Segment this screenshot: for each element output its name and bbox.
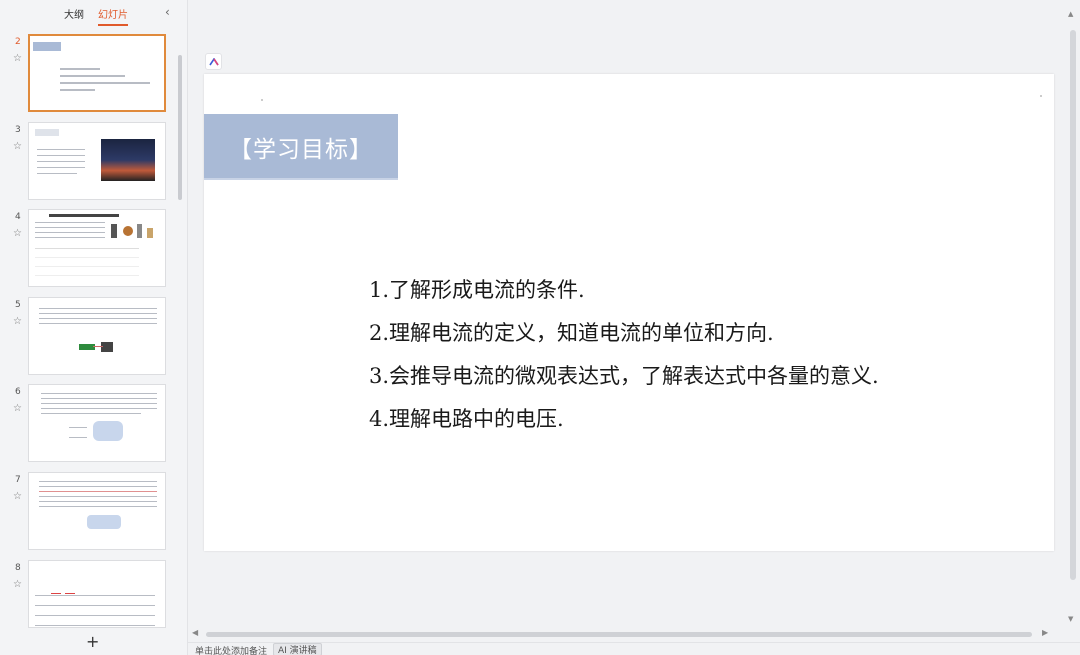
- ai-speech-label: AI 演讲稿: [278, 646, 317, 655]
- add-slide-button[interactable]: +: [86, 632, 99, 651]
- panel-tabs: 大纲 幻灯片: [64, 6, 128, 26]
- objectives-list[interactable]: 1.了解形成电流的条件. 2.理解电流的定义，知道电流的单位和方向. 3.会推导…: [369, 269, 879, 441]
- tab-outline[interactable]: 大纲: [64, 6, 84, 26]
- star-icon[interactable]: ☆: [13, 53, 22, 64]
- slide-number: 2: [15, 37, 21, 47]
- vertical-scrollbar[interactable]: [1070, 30, 1076, 580]
- star-icon[interactable]: ☆: [13, 579, 22, 590]
- slide-thumbnail-7[interactable]: 7 ☆: [0, 472, 178, 552]
- star-icon[interactable]: ☆: [13, 491, 22, 502]
- scroll-down-arrow-icon[interactable]: ▼: [1068, 615, 1073, 623]
- slide-thumbnail-5[interactable]: 5 ☆: [0, 297, 178, 377]
- thumbnail-preview: [28, 122, 166, 200]
- slide-thumbnail-2[interactable]: 2 ☆: [0, 34, 178, 114]
- ai-assistant-icon[interactable]: [205, 53, 222, 70]
- thumbnail-preview: [28, 560, 166, 628]
- slide-title-box[interactable]: 【学习目标】: [204, 114, 398, 180]
- slide-title: 【学习目标】: [229, 137, 373, 163]
- status-bar: 单击此处添加备注 AI 演讲稿: [188, 642, 1080, 655]
- slide-number: 4: [15, 212, 21, 222]
- scroll-left-arrow-icon[interactable]: ◀: [192, 628, 198, 637]
- slide-number: 3: [15, 125, 21, 135]
- title-underline: [204, 178, 398, 180]
- slide-number: 5: [15, 300, 21, 310]
- slide-dot: [261, 99, 263, 101]
- slide-number: 6: [15, 387, 21, 397]
- star-icon[interactable]: ☆: [13, 316, 22, 327]
- thumbnail-preview: [28, 384, 166, 462]
- thumbnail-preview: [28, 297, 166, 375]
- tab-slides[interactable]: 幻灯片: [98, 6, 128, 26]
- scroll-right-arrow-icon[interactable]: ▶: [1042, 628, 1048, 637]
- objective-item: 1.了解形成电流的条件.: [369, 278, 585, 302]
- slide-number: 7: [15, 475, 21, 485]
- slide-thumbnail-3[interactable]: 3 ☆: [0, 122, 178, 202]
- thumbnail-preview: [28, 472, 166, 550]
- star-icon[interactable]: ☆: [13, 403, 22, 414]
- add-notes-hint[interactable]: 单击此处添加备注: [195, 644, 267, 655]
- thumbnail-preview: [28, 34, 166, 112]
- slide-number: 8: [15, 563, 21, 573]
- slide-canvas[interactable]: 【学习目标】 1.了解形成电流的条件. 2.理解电流的定义，知道电流的单位和方向…: [204, 74, 1054, 551]
- chevron-left-icon[interactable]: ‹: [165, 5, 170, 19]
- slide-thumbnail-6[interactable]: 6 ☆: [0, 384, 178, 464]
- horizontal-scrollbar[interactable]: ◀ ▶: [192, 628, 1062, 640]
- star-icon[interactable]: ☆: [13, 141, 22, 152]
- slide-thumbnail-8[interactable]: 8 ☆: [0, 560, 178, 640]
- thumbnail-preview: [28, 209, 166, 287]
- slide-dot: [1040, 95, 1042, 97]
- slide-thumbnail-panel: 大纲 幻灯片 ‹ 2 ☆ 3 ☆ 4 ☆ 5 ☆ 6 ☆ 7 ☆ 8 ☆ +: [0, 0, 188, 655]
- scroll-up-arrow-icon[interactable]: ▲: [1068, 10, 1073, 18]
- objective-item: 3.会推导电流的微观表达式，了解表达式中各量的意义.: [369, 364, 879, 388]
- panel-scrollbar[interactable]: [178, 55, 182, 200]
- ai-speech-draft-button[interactable]: AI 演讲稿: [273, 643, 322, 655]
- slide-thumbnail-4[interactable]: 4 ☆: [0, 209, 178, 289]
- objective-item: 2.理解电流的定义，知道电流的单位和方向.: [369, 321, 774, 345]
- horizontal-scroll-thumb[interactable]: [206, 632, 1032, 637]
- objective-item: 4.理解电路中的电压.: [369, 407, 564, 431]
- star-icon[interactable]: ☆: [13, 228, 22, 239]
